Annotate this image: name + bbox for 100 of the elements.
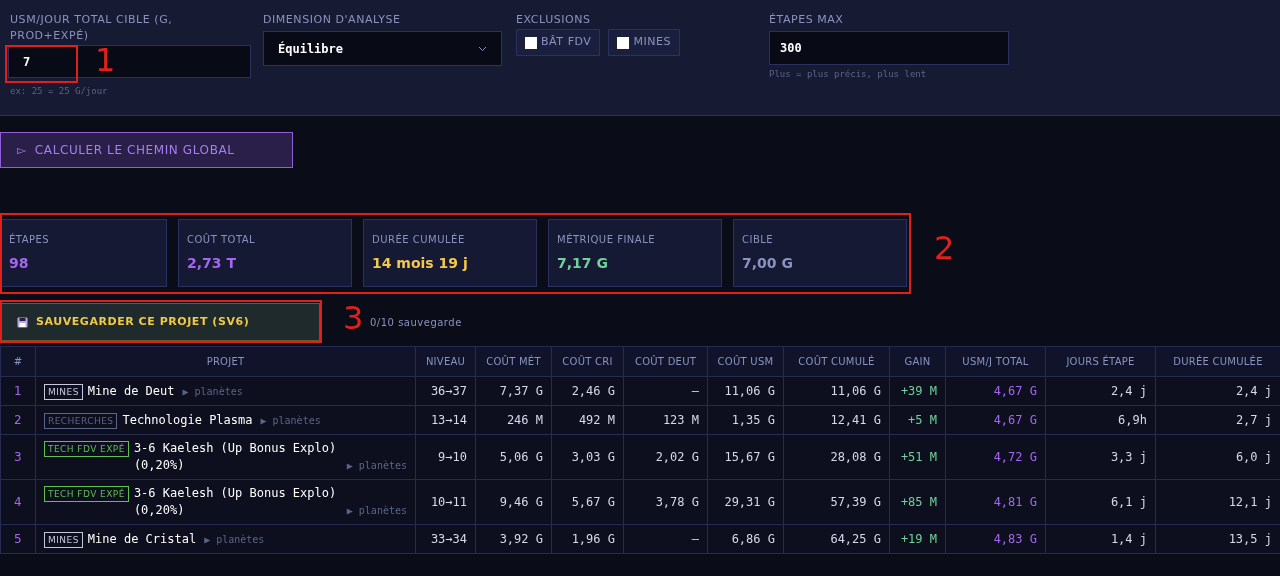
table-cell: 64,25 G — [783, 524, 890, 554]
row-number: 5 — [0, 524, 36, 554]
table-cell: 5,67 G — [551, 479, 624, 525]
checkbox[interactable] — [617, 36, 630, 49]
table-cell: 2,46 G — [551, 376, 624, 406]
table-cell: 15,67 G — [707, 434, 784, 480]
table-cell: 4,81 G — [945, 479, 1046, 525]
column-header: PROJET — [35, 346, 416, 377]
table-cell: 11,06 G — [783, 376, 890, 406]
stat-label: MÉTRIQUE FINALE — [557, 232, 657, 247]
category-tag: TECH FDV EXPÉ — [44, 441, 129, 457]
table-cell: 6,86 G — [707, 524, 784, 554]
column-header: USM/J TOTAL — [945, 346, 1046, 377]
table-cell: 10→11 — [415, 479, 476, 525]
table-cell: 4,67 G — [945, 376, 1046, 406]
table-cell: 4,67 G — [945, 405, 1046, 435]
table-cell: +39 M — [889, 376, 946, 406]
stat-value: 14 mois 19 j — [372, 254, 469, 273]
column-header: COÛT MÉT — [475, 346, 552, 377]
stat-label: DURÉE CUMULÉE — [372, 232, 466, 247]
hint-text: Plus = plus précis, plus lent — [769, 68, 928, 81]
checkbox[interactable] — [525, 36, 537, 49]
table-cell: +85 M — [889, 479, 946, 525]
project-name: Mine de Cristal — [87, 530, 197, 548]
column-header: COÛT CRI — [551, 346, 624, 377]
table-cell: +19 M — [889, 524, 946, 554]
checkbox-option[interactable]: BÂT FDV — [516, 29, 601, 56]
table-cell: 246 M — [475, 405, 552, 435]
project-name: 3-6 Kaelesh (Up Bonus Explo) (0,20%) — [133, 440, 338, 474]
stat-label: ÉTAPES — [9, 232, 51, 247]
table-cell: — — [623, 524, 708, 554]
planets-link[interactable]: ▶ planètes — [182, 382, 243, 400]
category-tag: MINES — [44, 383, 83, 400]
column-header: COÛT DEUT — [623, 346, 708, 377]
project-name: Technologie Plasma — [122, 411, 253, 429]
category-tag: TECH FDV EXPÉ — [44, 486, 129, 502]
table-cell: 5,06 G — [475, 434, 552, 480]
table-cell: 13→14 — [415, 405, 476, 435]
column-header: COÛT CUMULÉ — [783, 346, 890, 377]
column-header: DURÉE CUMULÉE — [1155, 346, 1280, 377]
annotation-label: 2 — [934, 232, 955, 264]
table-cell: 4,72 G — [945, 434, 1046, 480]
stat-value: 7,17 G — [557, 254, 609, 273]
save-count: 0/10 sauvegarde — [370, 315, 462, 330]
planets-link[interactable]: ▶ planètes — [204, 530, 265, 548]
annotation-label: 1 — [95, 44, 116, 76]
category-tag: RECHERCHES — [44, 412, 118, 429]
table-cell: 33→34 — [415, 524, 476, 554]
table-cell: 12,41 G — [783, 405, 890, 435]
table-cell: 1,35 G — [707, 405, 784, 435]
stat-label: COÛT TOTAL — [187, 232, 257, 247]
column-header: NIVEAU — [415, 346, 476, 377]
table-cell: 492 M — [551, 405, 624, 435]
table-cell: 11,06 G — [707, 376, 784, 406]
table-cell: 57,39 G — [783, 479, 890, 525]
planets-link[interactable]: ▶ planètes — [346, 502, 407, 519]
table-cell: — — [623, 376, 708, 406]
column-header: # — [0, 346, 36, 377]
row-number: 2 — [0, 405, 36, 435]
table-cell: 7,37 G — [475, 376, 552, 406]
column-header: JOURS ÉTAPE — [1045, 346, 1156, 377]
table-cell: 2,02 G — [623, 434, 708, 480]
table-cell: 3,92 G — [475, 524, 552, 554]
field-label: DIMENSION D'ANALYSE — [263, 12, 402, 28]
row-number: 1 — [0, 376, 36, 406]
field-label: EXCLUSIONS — [516, 12, 592, 28]
planets-link[interactable]: ▶ planètes — [346, 457, 407, 474]
save-button[interactable]: SAUVEGARDER CE PROJET (SV6) — [0, 303, 320, 341]
stat-value: 2,73 T — [187, 254, 237, 273]
field-label: USM/JOUR TOTAL CIBLE (G, PROD+EXPÉ) — [9, 12, 174, 44]
table-cell: 29,31 G — [707, 479, 784, 525]
max-steps-input[interactable]: 300 — [769, 31, 1009, 65]
table-cell: 6,1 j — [1045, 479, 1156, 525]
column-header: COÛT USM — [707, 346, 784, 377]
table-cell: +5 M — [889, 405, 946, 435]
dimension-select[interactable]: Équilibre — [263, 31, 502, 66]
planets-link[interactable]: ▶ planètes — [260, 411, 321, 429]
table-cell: 123 M — [623, 405, 708, 435]
table-cell: 1,4 j — [1045, 524, 1156, 554]
stat-value: 7,00 G — [742, 254, 794, 273]
category-tag: MINES — [44, 531, 83, 548]
stat-label: CIBLE — [742, 233, 775, 247]
row-number: 4 — [0, 479, 36, 525]
table-cell: 9→10 — [415, 434, 476, 480]
stat-value: 98 — [9, 254, 30, 273]
table-cell: +51 M — [889, 434, 946, 480]
annotation-label: 3 — [343, 302, 364, 334]
table-cell: 4,83 G — [945, 524, 1046, 554]
table-cell: 2,4 j — [1045, 376, 1156, 406]
table-cell: 28,08 G — [783, 434, 890, 480]
table-cell: 3,03 G — [551, 434, 624, 480]
table-cell: 3,3 j — [1045, 434, 1156, 480]
table-cell: 6,9h — [1045, 405, 1156, 435]
chevron-icon — [478, 45, 487, 52]
calculate-button[interactable]: ▻ CALCULER LE CHEMIN GLOBAL — [0, 132, 293, 168]
hint-text: ex: 25 = 25 G/jour — [9, 85, 109, 98]
project-name: Mine de Deut — [87, 382, 175, 400]
table-cell: 9,46 G — [475, 479, 552, 525]
checkbox-option[interactable]: MINES — [608, 29, 681, 56]
table-cell: 3,78 G — [623, 479, 708, 525]
